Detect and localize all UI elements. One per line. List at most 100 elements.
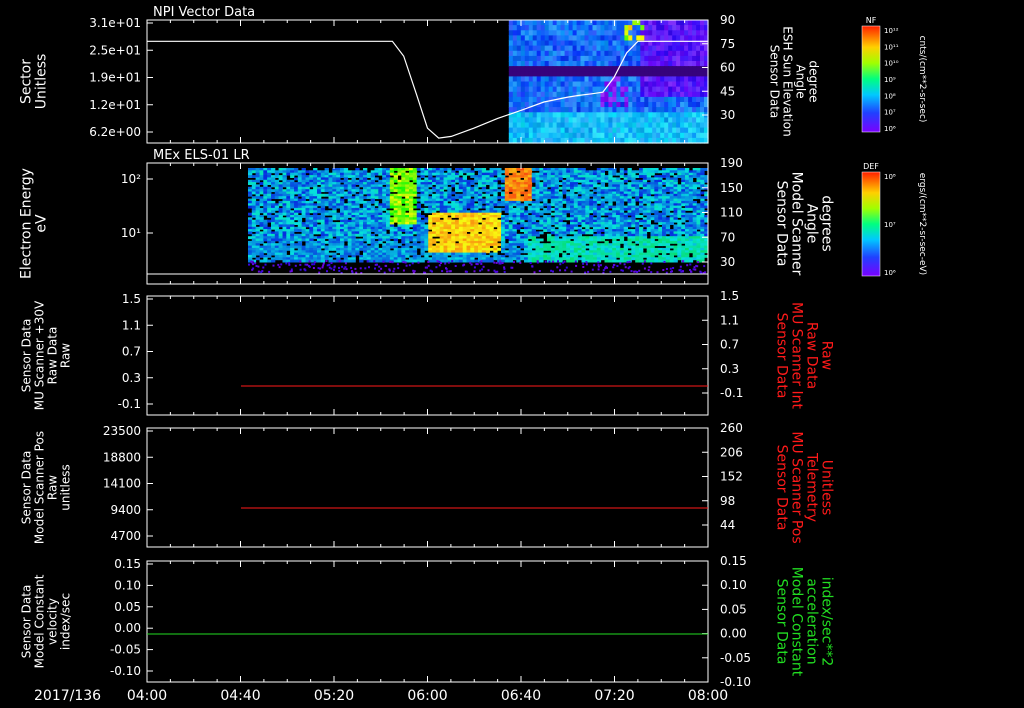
- heatmap-cell: [432, 233, 437, 237]
- heatmap-cell: [508, 86, 514, 93]
- heatmap-cell: [644, 50, 649, 57]
- heatmap-cell: [516, 226, 521, 230]
- heatmap-cell: [652, 86, 657, 93]
- heatmap-cell: [516, 102, 522, 108]
- heatmap-cell: [696, 226, 701, 230]
- heatmap-cell: [536, 86, 542, 93]
- heatmap-cell: [313, 198, 318, 202]
- heatmap-cell: [324, 212, 329, 216]
- heatmap-cell: [572, 61, 578, 67]
- heatmap-cell: [644, 102, 649, 108]
- heatmap-cell: [588, 112, 594, 118]
- heatmap-cell: [692, 61, 697, 67]
- heatmap-cell: [564, 102, 570, 108]
- heatmap-cell: [692, 81, 697, 88]
- heatmap-cell: [568, 76, 574, 83]
- heatmap-cell: [692, 196, 697, 200]
- heatmap-cell: [547, 196, 552, 200]
- heatmap-cell: [470, 182, 475, 185]
- heatmap-cell: [640, 25, 645, 31]
- heatmap-cell: [520, 191, 525, 195]
- heatmap-cell: [628, 40, 633, 47]
- heatmap-cell: [700, 25, 705, 31]
- heatmap-cell: [676, 107, 681, 113]
- heatmap-cell: [616, 30, 621, 36]
- heatmap-cell: [548, 102, 554, 108]
- heatmap-cell: [512, 35, 518, 42]
- heatmap-cell: [668, 81, 673, 88]
- heatmap-cell: [286, 240, 291, 244]
- heatmap-cell: [656, 55, 661, 62]
- heatmap-cell: [644, 66, 649, 72]
- heatmap-cell: [416, 238, 421, 242]
- heatmap-cell: [700, 71, 705, 77]
- heatmap-cell: [662, 175, 667, 178]
- heatmap-cell: [580, 81, 586, 88]
- heatmap-cell: [608, 102, 613, 108]
- heatmap-cell: [248, 193, 253, 197]
- heatmap-cell: [536, 91, 542, 98]
- heatmap-cell: [556, 61, 562, 67]
- heatmap-cell: [616, 117, 621, 124]
- heatmap-cell: [644, 112, 649, 118]
- heatmap-cell: [612, 86, 617, 93]
- heatmap-cell: [619, 240, 625, 244]
- heatmap-cell: [596, 25, 602, 31]
- heatmap-cell: [540, 81, 546, 88]
- heatmap-cell: [628, 132, 633, 139]
- heatmap-cell: [548, 76, 554, 83]
- heatmap-cell: [524, 102, 530, 108]
- heatmap-cell: [692, 66, 697, 72]
- heatmap-cell: [684, 91, 689, 98]
- heatmap-cell: [489, 247, 494, 251]
- heatmap-cell: [684, 50, 689, 57]
- heatmap-cell: [660, 35, 665, 42]
- heatmap-cell: [684, 35, 689, 42]
- heatmap-cell: [508, 20, 514, 26]
- heatmap-cell: [548, 55, 554, 62]
- heatmap-cell: [497, 184, 502, 188]
- heatmap-cell: [524, 66, 530, 72]
- heatmap-cell: [560, 40, 566, 47]
- heatmap-cell: [447, 198, 452, 202]
- heatmap-cell: [676, 132, 681, 139]
- heatmap-cell: [660, 132, 665, 139]
- heatmap-cell: [688, 122, 693, 129]
- heatmap-cell: [696, 196, 701, 200]
- heatmap-cell: [664, 127, 669, 134]
- heatmap-cell: [343, 196, 349, 200]
- heatmap-cell: [600, 238, 605, 242]
- heatmap-cell: [532, 107, 538, 113]
- heatmap-cell: [580, 71, 586, 77]
- heatmap-cell: [612, 35, 617, 42]
- heatmap-cell: [580, 45, 586, 52]
- heatmap-cell: [596, 122, 602, 129]
- heatmap-cell: [676, 86, 681, 93]
- heatmap-cell: [584, 86, 590, 93]
- heatmap-cell: [535, 168, 540, 171]
- heatmap-cell: [640, 81, 645, 88]
- heatmap-cell: [700, 45, 705, 52]
- heatmap-cell: [580, 132, 586, 139]
- heatmap-cell: [664, 71, 669, 77]
- heatmap-cell: [628, 86, 633, 93]
- heatmap-cell: [608, 117, 613, 124]
- heatmap-cell: [548, 117, 554, 124]
- heatmap-cell: [550, 231, 556, 235]
- heatmap-cell: [593, 189, 598, 193]
- heatmap-cell: [428, 210, 433, 214]
- heatmap-cell: [474, 168, 479, 171]
- heatmap-cell: [520, 91, 526, 98]
- heatmap-cell: [564, 30, 570, 36]
- heatmap-cell: [548, 86, 554, 93]
- heatmap-cell: [585, 245, 590, 249]
- heatmap-cell: [636, 117, 641, 124]
- heatmap-cell: [612, 96, 617, 103]
- heatmap-cell: [251, 191, 257, 195]
- heatmap-cell: [508, 217, 513, 221]
- heatmap-cell: [572, 86, 578, 93]
- heatmap-cell: [424, 203, 429, 207]
- heatmap-cell: [596, 61, 602, 67]
- heatmap-cell: [639, 215, 644, 218]
- heatmap-cell: [317, 210, 322, 214]
